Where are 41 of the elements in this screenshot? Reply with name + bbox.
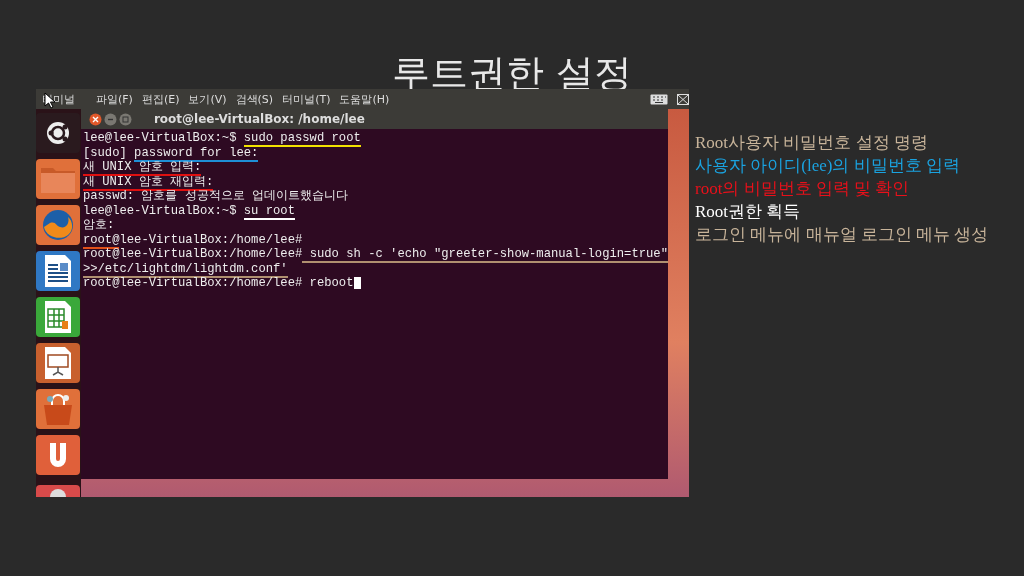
terminal-text: root@lee-VirtualBox:/home/lee#	[82, 248, 303, 263]
menu-item[interactable]: 도움말(H)	[339, 91, 390, 107]
menu-item[interactable]: 편집(E)	[141, 91, 180, 107]
menu-item[interactable]: 보기(V)	[188, 91, 227, 107]
menu-item[interactable]: 터미널(T)	[282, 91, 331, 107]
terminal-text: 새 UNIX 암호 재입력:	[82, 175, 214, 191]
settings-icon[interactable]	[36, 485, 81, 497]
folder-icon[interactable]	[36, 159, 81, 199]
note-text: 사용자 아이디(lee)의 비밀번호 입력	[695, 155, 961, 177]
ubuntu-logo-icon[interactable]	[36, 113, 81, 153]
shopping-bag-icon[interactable]	[36, 389, 81, 429]
close-icon[interactable]	[88, 112, 102, 126]
spreadsheet-icon[interactable]	[36, 297, 81, 337]
terminal-text: 암호:	[82, 219, 115, 234]
terminal-text: lee@lee-VirtualBox:~$	[82, 132, 238, 147]
terminal-text: passwd: 암호를 성공적으로 업데이트했습니다	[82, 190, 349, 205]
maximize-icon[interactable]	[118, 112, 132, 126]
document-icon[interactable]	[36, 251, 81, 291]
u-logo-icon[interactable]	[36, 435, 81, 475]
menu-item[interactable]: 검색(S)	[235, 91, 274, 107]
menu-item[interactable]: 파일(F)	[96, 91, 133, 107]
browser-globe-icon[interactable]	[36, 205, 81, 245]
presentation-icon[interactable]	[36, 343, 81, 383]
terminal-text: password for lee:	[134, 146, 259, 162]
note-text: root의 비밀번호 입력 및 확인	[695, 178, 911, 200]
terminal-text: [sudo]	[82, 146, 128, 161]
terminal-text: sudo sh -c 'echo "greeter-show-manual-login=true"	[302, 248, 668, 263]
terminal-text: sudo passwd root	[243, 132, 361, 147]
terminal-title: root@lee-VirtualBox: /home/lee	[153, 112, 365, 126]
terminal-text: lee@lee-VirtualBox:~$	[82, 204, 238, 219]
keyboard-icon[interactable]	[650, 93, 668, 105]
terminal-text: su root	[243, 204, 295, 220]
terminal-text: root@	[82, 233, 120, 249]
terminal-text: lee-VirtualBox:/home/lee#	[119, 233, 303, 248]
terminal-text: >>/etc/lightdm/lightdm.conf'	[82, 262, 288, 278]
terminal-text: 새 UNIX 암호 입력:	[82, 161, 202, 176]
note-text: Root권한 획득	[695, 201, 802, 223]
note-text: 로그인 메뉴에 매뉴얼 로그인 메뉴 생성	[695, 224, 990, 246]
mail-icon[interactable]	[677, 93, 689, 105]
note-text: Root사용자 비밀번호 설정 명령	[695, 132, 929, 154]
terminal-text: root@lee-VirtualBox:/home/lee# reboot	[82, 277, 354, 292]
